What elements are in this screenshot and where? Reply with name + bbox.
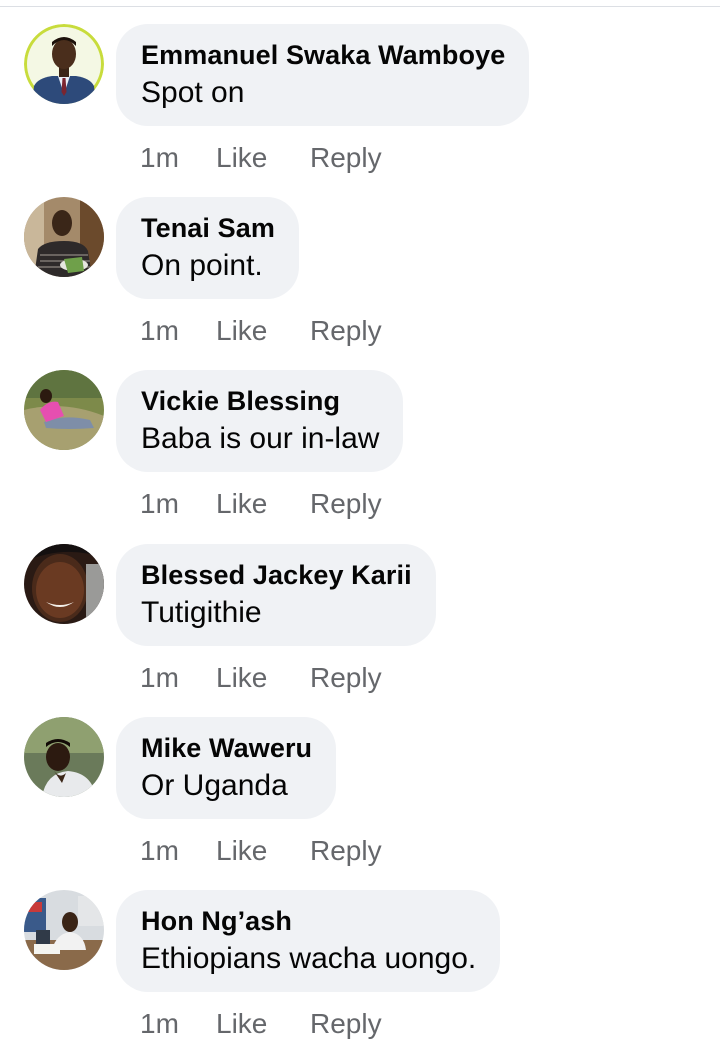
like-button[interactable]: Like xyxy=(216,658,267,698)
avatar-photo xyxy=(24,717,104,797)
avatar[interactable] xyxy=(24,370,104,450)
reply-button[interactable]: Reply xyxy=(310,1004,382,1044)
comment-text: On point. xyxy=(141,249,263,282)
reply-button[interactable]: Reply xyxy=(310,138,382,178)
comment-bubble: Blessed Jackey Karii Tutigithie xyxy=(116,544,436,646)
avatar-photo xyxy=(24,24,104,104)
comment-item: Tenai Sam On point. 1m Like Reply xyxy=(0,197,720,370)
comment-text: Ethiopians wacha uongo. xyxy=(141,942,477,975)
avatar[interactable] xyxy=(24,890,104,970)
comment-timestamp[interactable]: 1m xyxy=(140,311,179,351)
comment-author[interactable]: Vickie Blessing xyxy=(141,384,379,418)
reply-button[interactable]: Reply xyxy=(310,311,382,351)
avatar-photo xyxy=(24,370,104,450)
avatar[interactable] xyxy=(24,197,104,277)
comment-text: Or Uganda xyxy=(141,769,288,802)
comment-author[interactable]: Blessed Jackey Karii xyxy=(141,558,412,592)
comment-item: Emmanuel Swaka Wamboye Spot on 1m Like R… xyxy=(0,24,720,197)
comment-bubble: Vickie Blessing Baba is our in-law xyxy=(116,370,404,472)
like-button[interactable]: Like xyxy=(216,138,267,178)
avatar[interactable] xyxy=(24,717,104,797)
comment-bubble: Emmanuel Swaka Wamboye Spot on xyxy=(116,24,530,126)
comment-bubble: Tenai Sam On point. xyxy=(116,197,299,299)
like-button[interactable]: Like xyxy=(216,831,267,871)
like-button[interactable]: Like xyxy=(216,1004,267,1044)
comment-timestamp[interactable]: 1m xyxy=(140,484,179,524)
comment-timestamp[interactable]: 1m xyxy=(140,138,179,178)
avatar[interactable] xyxy=(24,24,104,104)
comment-timestamp[interactable]: 1m xyxy=(140,658,179,698)
avatar[interactable] xyxy=(24,544,104,624)
comment-item: Blessed Jackey Karii Tutigithie 1m Like … xyxy=(0,544,720,717)
avatar-photo xyxy=(24,890,104,970)
comment-author[interactable]: Emmanuel Swaka Wamboye xyxy=(141,38,505,72)
reply-button[interactable]: Reply xyxy=(310,831,382,871)
reply-button[interactable]: Reply xyxy=(310,484,382,524)
comment-author[interactable]: Tenai Sam xyxy=(141,211,275,245)
avatar-photo xyxy=(24,544,104,624)
comment-timestamp[interactable]: 1m xyxy=(140,1004,179,1044)
comment-item: Mike Waweru Or Uganda 1m Like Reply xyxy=(0,717,720,890)
comment-text: Spot on xyxy=(141,76,245,109)
like-button[interactable]: Like xyxy=(216,311,267,351)
comment-text: Baba is our in-law xyxy=(141,422,380,455)
comment-author[interactable]: Mike Waweru xyxy=(141,731,312,765)
comment-item: Vickie Blessing Baba is our in-law 1m Li… xyxy=(0,370,720,543)
reply-button[interactable]: Reply xyxy=(310,658,382,698)
comment-text: Tutigithie xyxy=(141,596,262,629)
top-divider xyxy=(0,6,720,7)
comment-author[interactable]: Hon Ng’ash xyxy=(141,904,476,938)
comment-item: Hon Ng’ash Ethiopians wacha uongo. 1m Li… xyxy=(0,890,720,1063)
like-button[interactable]: Like xyxy=(216,484,267,524)
comment-bubble: Hon Ng’ash Ethiopians wacha uongo. xyxy=(116,890,501,992)
avatar-photo xyxy=(24,197,104,277)
comment-timestamp[interactable]: 1m xyxy=(140,831,179,871)
comment-bubble: Mike Waweru Or Uganda xyxy=(116,717,337,819)
